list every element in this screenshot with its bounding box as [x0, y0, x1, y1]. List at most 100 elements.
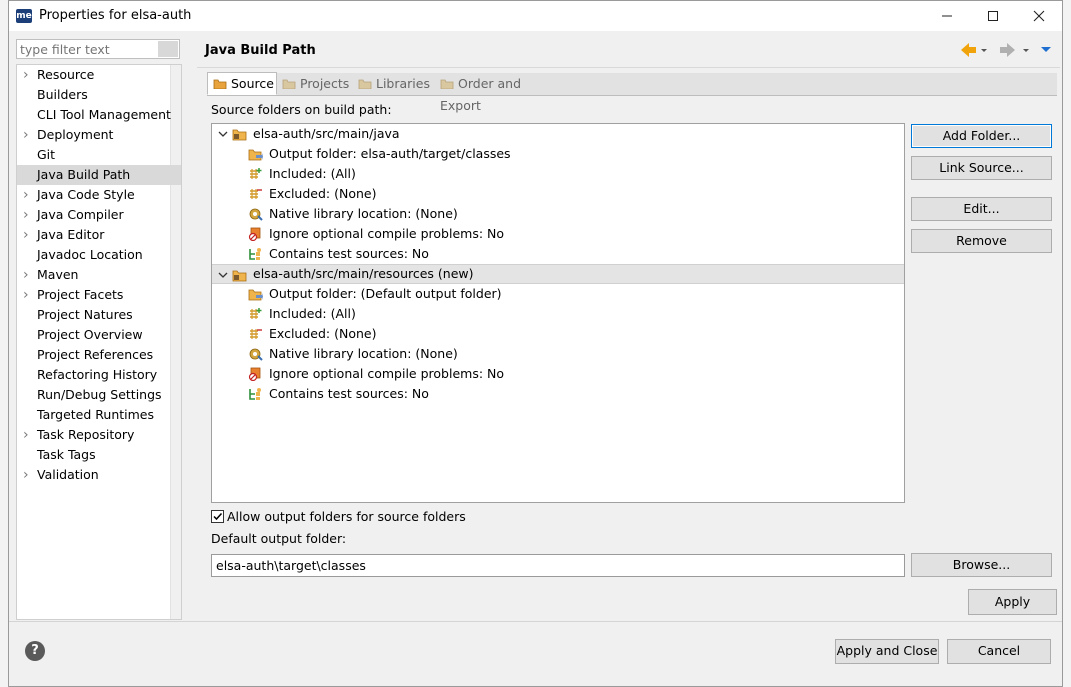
nav-item-label: Deployment: [37, 127, 114, 142]
nav-item-task-repository[interactable]: › Task Repository: [17, 425, 181, 445]
tab-libraries[interactable]: Libraries: [353, 73, 435, 95]
expand-chevron-icon[interactable]: ›: [23, 465, 29, 485]
nav-item-label: Javadoc Location: [37, 247, 143, 262]
back-arrow-icon[interactable]: [961, 43, 976, 57]
cancel-button[interactable]: Cancel: [947, 639, 1051, 664]
source-attribute-row[interactable]: Excluded: (None): [212, 324, 904, 344]
nav-item-project-references[interactable]: Project References: [17, 345, 181, 365]
tab-projects[interactable]: Projects: [277, 73, 353, 95]
help-icon[interactable]: ?: [25, 641, 45, 661]
view-menu-icon[interactable]: [1041, 47, 1051, 52]
expand-chevron-icon[interactable]: ›: [23, 125, 29, 145]
source-attribute-row[interactable]: Native library location: (None): [212, 344, 904, 364]
nav-item-cli-tool-management[interactable]: CLI Tool Management: [17, 105, 181, 125]
source-attribute-row[interactable]: Contains test sources: No: [212, 384, 904, 404]
default-output-field[interactable]: elsa-auth\target\classes: [211, 554, 905, 577]
source-attribute-text: Output folder: (Default output folder): [269, 286, 502, 301]
properties-dialog: me Properties for elsa-auth › Resource Bui…: [8, 0, 1063, 687]
nav-item-javadoc-location[interactable]: Javadoc Location: [17, 245, 181, 265]
source-attribute-row[interactable]: Output folder: elsa-auth/target/classes: [212, 144, 904, 164]
source-attribute-text: Excluded: (None): [269, 186, 377, 201]
forward-menu-chevron-icon[interactable]: [1023, 49, 1029, 52]
link-source-button[interactable]: Link Source...: [911, 156, 1052, 180]
page-title: Java Build Path: [205, 43, 316, 58]
tab-source[interactable]: Source: [207, 72, 277, 95]
source-attribute-row[interactable]: Native library location: (None): [212, 204, 904, 224]
allow-output-checkbox[interactable]: [211, 510, 224, 523]
tab-label: Projects: [300, 76, 350, 91]
expand-chevron-icon[interactable]: ›: [23, 225, 29, 245]
apply-and-close-button[interactable]: Apply and Close: [835, 639, 939, 664]
source-attribute-row[interactable]: Output folder: (Default output folder): [212, 284, 904, 304]
tab-order-and-export[interactable]: Order and Export: [435, 73, 563, 113]
source-folder-tree[interactable]: elsa-auth/src/main/java Output folder: el…: [211, 123, 905, 503]
source-attribute-row[interactable]: Ignore optional compile problems: No: [212, 224, 904, 244]
background-ide-right: [1063, 0, 1071, 687]
collapse-chevron-icon[interactable]: [218, 129, 228, 139]
source-attribute-text: Included: (All): [269, 166, 356, 181]
apply-button[interactable]: Apply: [968, 589, 1057, 615]
nav-item-label: Validation: [37, 467, 99, 482]
nav-item-java-editor[interactable]: › Java Editor: [17, 225, 181, 245]
nav-item-resource[interactable]: › Resource: [17, 65, 181, 85]
test-sources-icon: [248, 247, 263, 261]
source-attribute-row[interactable]: Excluded: (None): [212, 184, 904, 204]
nav-item-refactoring-history[interactable]: Refactoring History: [17, 365, 181, 385]
package-folder-icon: [232, 127, 247, 141]
source-attribute-row[interactable]: Included: (All): [212, 304, 904, 324]
nav-item-project-facets[interactable]: › Project Facets: [17, 285, 181, 305]
nav-item-label: Project Overview: [37, 327, 143, 342]
remove-button[interactable]: Remove: [911, 229, 1052, 253]
checkmark-icon: [213, 512, 223, 521]
close-icon[interactable]: [1016, 1, 1062, 31]
default-output-label: Default output folder:: [211, 531, 347, 546]
nav-item-label: Java Build Path: [37, 167, 131, 182]
filter-input[interactable]: [17, 40, 163, 58]
forward-arrow-icon[interactable]: [1000, 43, 1015, 57]
maximize-icon[interactable]: [970, 1, 1016, 31]
nav-item-project-natures[interactable]: Project Natures: [17, 305, 181, 325]
nav-item-task-tags[interactable]: Task Tags: [17, 445, 181, 465]
expand-chevron-icon[interactable]: ›: [23, 285, 29, 305]
nav-item-deployment[interactable]: › Deployment: [17, 125, 181, 145]
source-attribute-text: Contains test sources: No: [269, 246, 429, 261]
back-menu-chevron-icon[interactable]: [981, 49, 987, 52]
expand-chevron-icon[interactable]: ›: [23, 265, 29, 285]
source-attribute-text: Ignore optional compile problems: No: [269, 226, 505, 241]
nav-item-validation[interactable]: › Validation: [17, 465, 181, 485]
edit-button[interactable]: Edit...: [911, 197, 1052, 221]
nav-item-maven[interactable]: › Maven: [17, 265, 181, 285]
nav-item-java-code-style[interactable]: › Java Code Style: [17, 185, 181, 205]
package-folder-icon: [232, 268, 247, 282]
expand-chevron-icon[interactable]: ›: [23, 425, 29, 445]
nav-item-label: Project Facets: [37, 287, 124, 302]
nav-item-run-debug-settings[interactable]: Run/Debug Settings: [17, 385, 181, 405]
minimize-icon[interactable]: [924, 1, 970, 31]
nav-item-builders[interactable]: Builders: [17, 85, 181, 105]
default-output-value: elsa-auth\target\classes: [216, 558, 366, 573]
nav-item-project-overview[interactable]: Project Overview: [17, 325, 181, 345]
nav-item-label: Git: [37, 147, 56, 162]
source-attribute-text: Excluded: (None): [269, 326, 377, 341]
browse-button[interactable]: Browse...: [911, 553, 1052, 577]
nav-item-java-build-path[interactable]: Java Build Path: [17, 165, 181, 185]
expand-chevron-icon[interactable]: ›: [23, 185, 29, 205]
source-folder-row[interactable]: elsa-auth/src/main/resources (new): [212, 264, 904, 284]
nav-item-git[interactable]: Git: [17, 145, 181, 165]
add-folder-button[interactable]: Add Folder...: [911, 124, 1052, 148]
source-folder-row[interactable]: elsa-auth/src/main/java: [212, 124, 904, 144]
test-sources-icon: [248, 387, 263, 401]
expand-chevron-icon[interactable]: ›: [23, 205, 29, 225]
projects-tab-icon: [282, 79, 296, 89]
output-folder-icon: [248, 147, 263, 161]
nav-item-java-compiler[interactable]: › Java Compiler: [17, 205, 181, 225]
filter-field: [16, 39, 180, 59]
collapse-chevron-icon[interactable]: [218, 270, 228, 280]
source-attribute-row[interactable]: Ignore optional compile problems: No: [212, 364, 904, 384]
source-attribute-row[interactable]: Included: (All): [212, 164, 904, 184]
expand-chevron-icon[interactable]: ›: [23, 65, 29, 85]
clear-filter-icon[interactable]: [158, 41, 178, 57]
source-attribute-row[interactable]: Contains test sources: No: [212, 244, 904, 264]
tab-label: Source: [231, 76, 274, 91]
nav-item-targeted-runtimes[interactable]: Targeted Runtimes: [17, 405, 181, 425]
